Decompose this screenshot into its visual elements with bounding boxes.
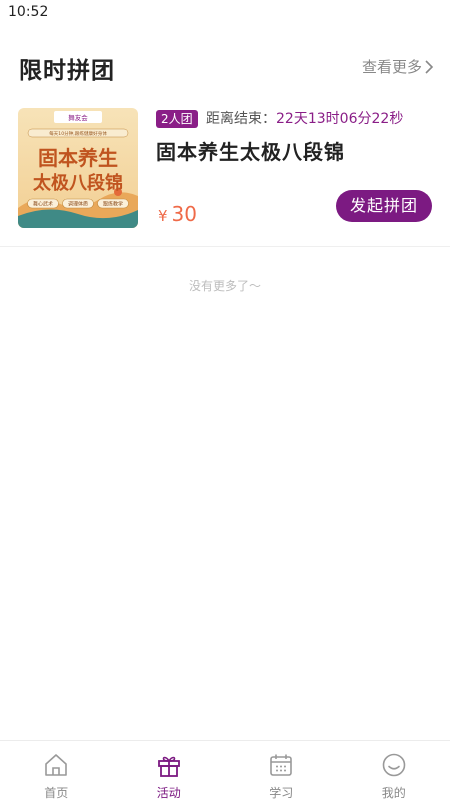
list-end-text: 没有更多了～ bbox=[188, 279, 261, 293]
tab-mine[interactable]: 我的 bbox=[338, 741, 450, 800]
countdown-minutes-unit: 分 bbox=[357, 111, 372, 127]
thumb-subtitle: 每天10分钟,跟练健康好身体 bbox=[49, 130, 107, 137]
page-title: 限时拼团 bbox=[19, 58, 115, 84]
countdown-days: 22 bbox=[276, 111, 294, 127]
home-icon bbox=[45, 754, 68, 776]
countdown-minutes: 06 bbox=[339, 111, 358, 127]
tab-home[interactable]: 首页 bbox=[0, 741, 113, 800]
thumb-tag-label: 跟练教学 bbox=[103, 201, 123, 208]
section-header: 限时拼团 查看更多 bbox=[0, 50, 450, 86]
countdown-prefix: 距离结束： bbox=[206, 111, 276, 127]
group-buy-card[interactable]: 舞友会 每天10分钟,跟练健康好身体 固本养生 太极八段锦 舞心武术 调理体质 跟练… bbox=[0, 100, 450, 247]
thumb-tag-label: 调理体质 bbox=[68, 201, 88, 208]
status-bar: 10:52 bbox=[0, 0, 450, 26]
course-thumbnail[interactable]: 舞友会 每天10分钟,跟练健康好身体 固本养生 太极八段锦 舞心武术 调理体质 跟练… bbox=[18, 108, 138, 228]
start-group-buy-button[interactable]: 发起拼团 bbox=[336, 190, 432, 222]
tab-study[interactable]: 学习 bbox=[225, 741, 338, 800]
view-more-label: 查看更多 bbox=[361, 58, 422, 76]
tab-mine-label: 我的 bbox=[381, 786, 406, 800]
smile-icon bbox=[382, 753, 406, 777]
calendar-icon bbox=[270, 754, 293, 776]
chevron-right-icon bbox=[425, 59, 434, 74]
course-thumbnail-image: 舞友会 每天10分钟,跟练健康好身体 固本养生 太极八段锦 舞心武术 调理体质 跟练… bbox=[18, 108, 138, 228]
countdown-hours: 13 bbox=[307, 111, 326, 127]
price: ¥30 bbox=[158, 202, 197, 226]
tab-home-label: 首页 bbox=[44, 786, 69, 800]
countdown-timer: 距离结束：22天13时06分22秒 bbox=[206, 108, 403, 128]
countdown-seconds-unit: 秒 bbox=[389, 111, 404, 127]
course-title[interactable]: 固本养生太极八段锦 bbox=[156, 136, 345, 165]
price-value: 30 bbox=[171, 202, 197, 226]
price-symbol: ¥ bbox=[158, 207, 168, 225]
tab-study-label: 学习 bbox=[269, 786, 294, 800]
bottom-tab-bar: 首页 活动 学习 我的 bbox=[0, 740, 450, 800]
thumb-tag-label: 舞心武术 bbox=[33, 201, 53, 208]
countdown-seconds: 22 bbox=[371, 111, 390, 127]
tab-activity-label: 活动 bbox=[156, 786, 181, 800]
status-time: 10:52 bbox=[8, 4, 49, 20]
countdown-days-unit: 天 bbox=[293, 111, 308, 127]
thumb-title-line2: 太极八段锦 bbox=[33, 172, 123, 194]
view-more-link[interactable]: 查看更多 bbox=[362, 56, 434, 77]
gift-icon bbox=[157, 756, 180, 777]
group-size-badge: 2人团 bbox=[156, 110, 198, 128]
countdown-hours-unit: 时 bbox=[325, 111, 340, 127]
tab-activity[interactable]: 活动 bbox=[113, 741, 226, 800]
thumb-title-line1: 固本养生 bbox=[38, 146, 118, 170]
thumb-logo-text: 舞友会 bbox=[68, 113, 88, 122]
